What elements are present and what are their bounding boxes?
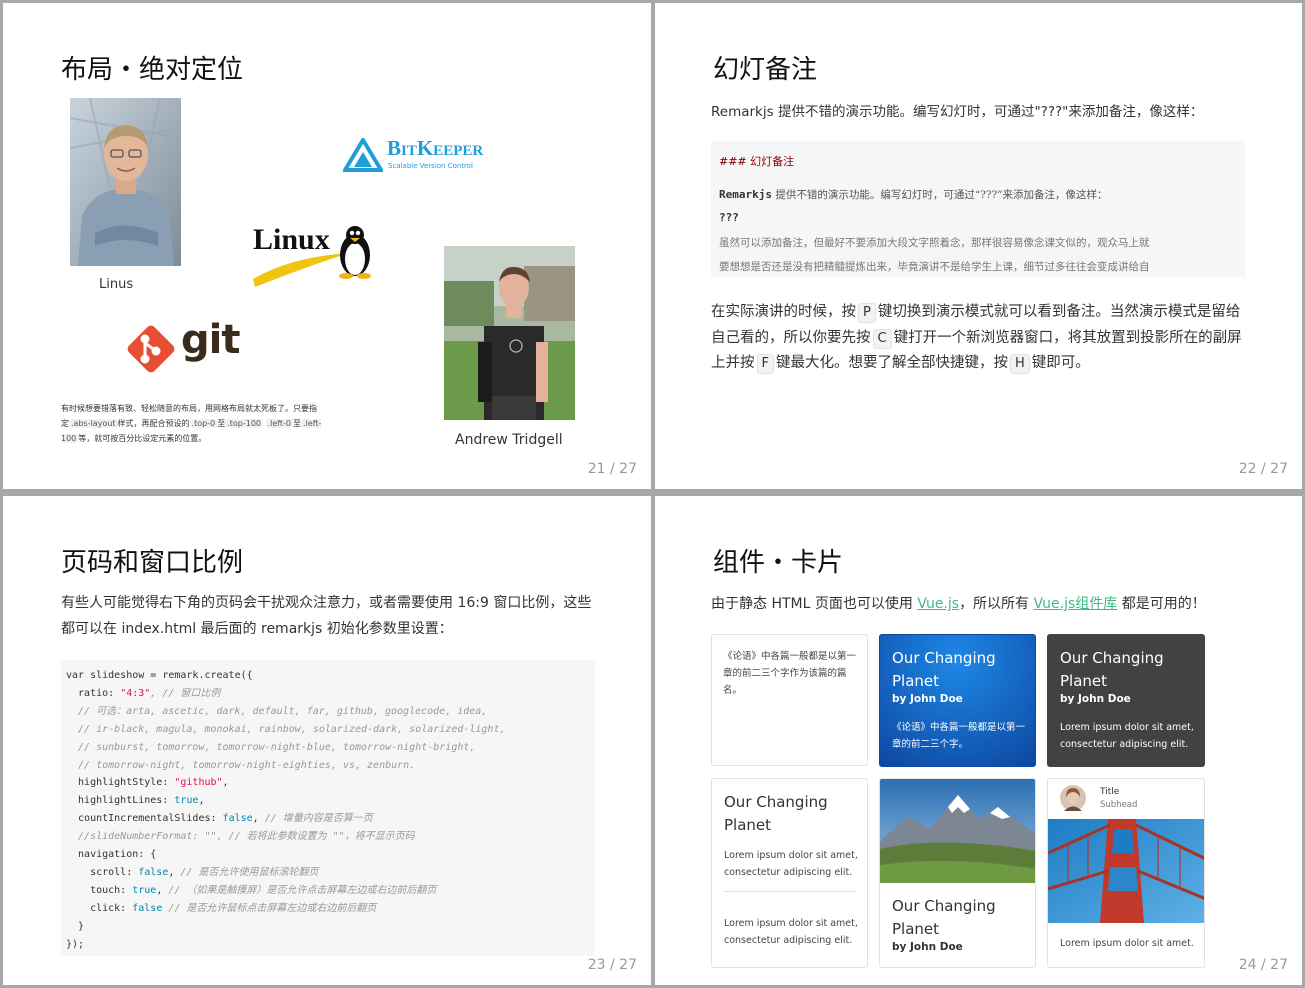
code-line: highlightStyle: "github", [66, 777, 229, 789]
card-header-title: Title [1100, 787, 1120, 797]
slide-intro: 有些人可能觉得右下角的页码会干扰观众注意力，或者需要使用 16:9 窗口比例，这… [61, 595, 592, 637]
vue-component-lib-link[interactable]: Vue.js组件库 [1034, 596, 1118, 612]
code-line: 要想想是否还是没有把精髓提炼出来，毕竟演讲不是给学生上课，细节过多往往会变成讲给… [719, 261, 1150, 273]
slide-title: 组件・卡片 [713, 548, 844, 578]
slide-24: 组件・卡片 由于静态 HTML 页面也可以使用 Vue.js，所以所有 Vue.… [655, 496, 1302, 985]
page-number: 22 / 27 [1238, 461, 1288, 477]
bridge-image [1048, 819, 1204, 923]
card-blue: Our Changing Planet by John Doe 《论语》中各篇一… [879, 634, 1036, 767]
code-abs-layout: .abs-layout [69, 419, 118, 428]
card-body: 《论语》中各篇一般都是以第一章的前二三个字。 [892, 722, 1026, 750]
code-line: touch: true, // （如果是触摸屏）是否允许点击屏幕左边或右边前后翻… [66, 884, 437, 896]
code-line: } [66, 920, 85, 932]
code-line: //slideNumberFormat: "", // 若将此参数设置为 ""，… [66, 831, 415, 843]
code-line: ??? [719, 211, 739, 224]
key-h: H [1009, 354, 1030, 374]
card-plain: Our Changing Planet Lorem ipsum dolor si… [711, 778, 868, 968]
git-icon [127, 325, 175, 373]
card-media: Title Subhead Lorem ipsum dolor sit amet… [1047, 778, 1205, 968]
card-subtitle: by John Doe [1060, 693, 1131, 705]
git-text: git [181, 317, 240, 363]
card-image: Our Changing Planet by John Doe [879, 778, 1036, 968]
card-header-subhead: Subhead [1100, 800, 1138, 810]
code-line: // sunburst, tomorrow, tomorrow-night-bl… [66, 741, 476, 753]
mountain-image [880, 779, 1035, 883]
code-line: Remarkjs 提供不错的演示功能。编写幻灯时，可通过“???”来添加备注，像… [719, 188, 1108, 201]
code-top-0: .top-0 [189, 419, 218, 428]
card-subtitle: by John Doe [892, 693, 963, 705]
bitkeeper-name: BitKeeper [387, 136, 484, 160]
code-top-100: .top-100 [225, 419, 263, 428]
code-line: }); [66, 938, 85, 950]
card-body: 《论语》中各篇一般都是以第一章的前二三个字作为该篇的篇名。 [723, 651, 857, 696]
linux-logo: Linux [249, 221, 379, 287]
linus-caption: Linus [99, 277, 134, 292]
code-left-0: .left-0 [265, 419, 294, 428]
key-p: P [858, 303, 876, 323]
slide-21: 布局・绝对定位 Linus BitKeeper Scalable Version… [3, 3, 651, 489]
card-title: Our Changing Planet [724, 793, 828, 834]
code-line: click: false // 是否允许鼠标点击屏幕左边或右边前后翻页 [66, 902, 377, 914]
code-line: highlightLines: true, [66, 795, 205, 807]
card-title: Our Changing Planet [892, 897, 996, 938]
code-line: // tomorrow-night, tomorrow-night-eighti… [66, 759, 416, 771]
bitkeeper-logo: BitKeeper Scalable Version Control [343, 136, 493, 176]
code-block: ### 幻灯备注 Remarkjs 提供不错的演示功能。编写幻灯时，可通过“??… [711, 141, 1245, 277]
card-dark: Our Changing Planet by John Doe Lorem ip… [1047, 634, 1205, 767]
code-line: ### 幻灯备注 [719, 155, 795, 168]
slide-title: 布局・绝对定位 [61, 55, 244, 85]
card-body: Lorem ipsum dolor sit amet, consectetur … [724, 918, 858, 946]
card-divider [724, 891, 856, 892]
card-subtitle: by John Doe [892, 941, 963, 953]
vuejs-link[interactable]: Vue.js [917, 596, 959, 612]
git-logo: git [125, 317, 245, 379]
code-line: scroll: false, // 是否允许使用鼠标滚轮翻页 [66, 866, 319, 878]
code-line: var slideshow = remark.create({ [66, 670, 253, 681]
code-line: navigation: { [66, 849, 157, 861]
linus-photo [70, 98, 181, 266]
code-block: var slideshow = remark.create({ ratio: "… [61, 660, 595, 956]
slide-22: 幻灯备注 Remarkjs 提供不错的演示功能。编写幻灯时，可通过"???"来添… [655, 3, 1302, 489]
code-line: // ir-black, magula, monokai, rainbow, s… [66, 723, 506, 735]
andrew-photo [444, 246, 575, 420]
slide-intro: Remarkjs 提供不错的演示功能。编写幻灯时，可通过"???"来添加备注，像… [711, 104, 1204, 120]
code-line: ratio: "4:3", // 窗口比例 [66, 687, 221, 699]
card-body: Lorem ipsum dolor sit amet, consectetur … [724, 850, 858, 878]
code-line: // 可选：arta, ascetic, dark, default, far,… [66, 705, 488, 717]
card-body: Lorem ipsum dolor sit amet. [1060, 938, 1194, 949]
page-number: 24 / 27 [1238, 957, 1288, 973]
key-c: C [872, 328, 892, 349]
slide-23: 页码和窗口比例 有些人可能觉得右下角的页码会干扰观众注意力，或者需要使用 16:… [3, 496, 651, 985]
code-line: 虽然可以添加备注，但最好不要添加大段文字照着念，那样很容易像念课文似的，观众马上… [719, 237, 1150, 249]
andrew-caption: Andrew Tridgell [455, 432, 563, 448]
card-title: Our Changing Planet [1060, 649, 1164, 690]
card-title: Our Changing Planet [892, 649, 996, 690]
page-number: 21 / 27 [587, 461, 637, 477]
slide-body: 在实际演讲的时候，按 P 键切换到演示模式就可以看到备注。当然演示模式是留给自己看的… [711, 300, 1246, 377]
linux-text: Linux [253, 223, 330, 256]
card-body: Lorem ipsum dolor sit amet, consectetur … [1060, 722, 1194, 750]
avatar [1060, 785, 1086, 811]
slide-title: 幻灯备注 [713, 55, 818, 85]
layout-note: 有时候想要错落有致、轻松随意的布局，用网格布局就太死板了。只要指定 .abs-la… [61, 404, 322, 443]
code-line: countIncrementalSlides: false, // 增量内容是否… [66, 813, 373, 825]
key-f: F [756, 354, 774, 374]
slide-title: 页码和窗口比例 [61, 548, 244, 578]
slide-intro: 由于静态 HTML 页面也可以使用 Vue.js，所以所有 Vue.js组件库 … [711, 596, 1206, 612]
tux-icon [339, 226, 371, 279]
card-text: 《论语》中各篇一般都是以第一章的前二三个字作为该篇的篇名。 [711, 634, 868, 766]
bitkeeper-tagline: Scalable Version Control [388, 162, 474, 170]
page-number: 23 / 27 [587, 957, 637, 973]
